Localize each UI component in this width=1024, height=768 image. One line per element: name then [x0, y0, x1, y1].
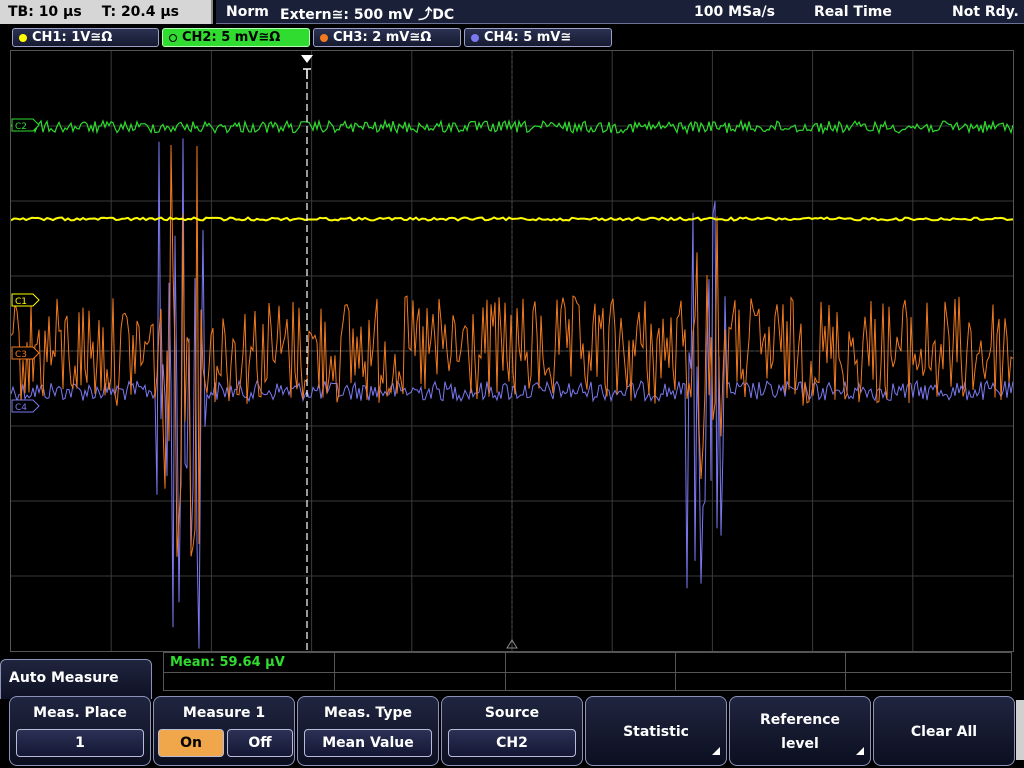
meas-place-title: Meas. Place [33, 705, 127, 721]
ch3-color-dot [320, 33, 328, 42]
meas-type-title: Meas. Type [324, 705, 412, 721]
ch1-color-dot [19, 33, 27, 42]
clear-all-label: Clear All [910, 724, 978, 740]
sample-rate: 100 MSa/s [694, 4, 776, 20]
channel-tab-ch3[interactable]: CH3: 2 mV≅Ω [313, 28, 461, 47]
meas-type-value[interactable]: Mean Value [304, 729, 432, 757]
ch3-label: CH3: 2 mV≅Ω [333, 30, 432, 45]
trigger-status-box: Norm Extern≅: 500 mV ⤴DC 100 MSa/s Real … [216, 0, 1024, 24]
ch4-color-dot [471, 33, 479, 42]
channel-tab-ch4[interactable]: CH4: 5 mV≅ [464, 28, 612, 47]
timebase-box[interactable]: TB: 10 µs T: 20.4 µs [0, 0, 213, 24]
measure1-softkey[interactable]: Measure 1 On Off [153, 696, 295, 766]
measure1-title: Measure 1 [182, 705, 266, 721]
source-softkey[interactable]: Source CH2 [441, 696, 583, 766]
menu-title: Auto Measure [0, 659, 152, 699]
channel-marker-label: C2 [15, 122, 27, 132]
statistic-softkey[interactable]: Statistic [585, 696, 727, 766]
channel-tab-ch2[interactable]: CH2: 5 mV≅Ω [162, 28, 310, 47]
ch2-color-dot [169, 33, 177, 42]
meas-place-softkey[interactable]: Meas. Place 1 [9, 696, 151, 766]
measurement-panel: Mean: 59.64 µV [163, 652, 1012, 691]
ch4-label: CH4: 5 mV≅ [484, 30, 572, 45]
acquisition-state: Not Rdy. [952, 4, 1019, 20]
trigger-t-icon [303, 68, 311, 79]
trigger-source: Extern≅: 500 mV ⤴DC [280, 7, 455, 23]
clear-all-softkey[interactable]: Clear All [873, 696, 1015, 766]
status-bar: TB: 10 µs T: 20.4 µs Norm Extern≅: 500 m… [0, 0, 1024, 26]
mean-measurement: Mean: 59.64 µV [170, 655, 285, 670]
channel-marker-label: C3 [15, 350, 27, 360]
timebase-value: TB: 10 µs [8, 4, 82, 20]
submenu-arrow-icon [856, 747, 864, 755]
trigger-mode: Norm [226, 4, 269, 20]
meas-type-softkey[interactable]: Meas. Type Mean Value [297, 696, 439, 766]
reference-level-softkey[interactable]: Reference level [729, 696, 871, 766]
ch2-label: CH2: 5 mV≅Ω [182, 30, 281, 45]
channel-tab-ch1[interactable]: CH1: 1V≅Ω [12, 28, 159, 47]
trigger-time-value: T: 20.4 µs [101, 4, 179, 20]
meas-place-value[interactable]: 1 [16, 729, 144, 757]
submenu-arrow-icon [712, 747, 720, 755]
ch1-label: CH1: 1V≅Ω [32, 30, 113, 45]
menu-scroll-indicator[interactable] [1016, 700, 1024, 760]
reference-label-line2: level [781, 736, 819, 752]
source-title: Source [484, 705, 540, 721]
statistic-label: Statistic [623, 724, 689, 740]
measure1-off-toggle[interactable]: Off [227, 729, 293, 757]
acquisition-mode: Real Time [814, 4, 892, 20]
waveform-canvas: C1 C2 C3 C4 [11, 51, 1013, 651]
waveform-display[interactable]: C1 C2 C3 C4 [10, 50, 1014, 652]
measure1-on-toggle[interactable]: On [158, 729, 224, 757]
channel-marker-label: C1 [15, 297, 27, 307]
channel-marker-label: C4 [15, 403, 27, 413]
source-value[interactable]: CH2 [448, 729, 576, 757]
reference-label-line1: Reference [759, 712, 841, 728]
